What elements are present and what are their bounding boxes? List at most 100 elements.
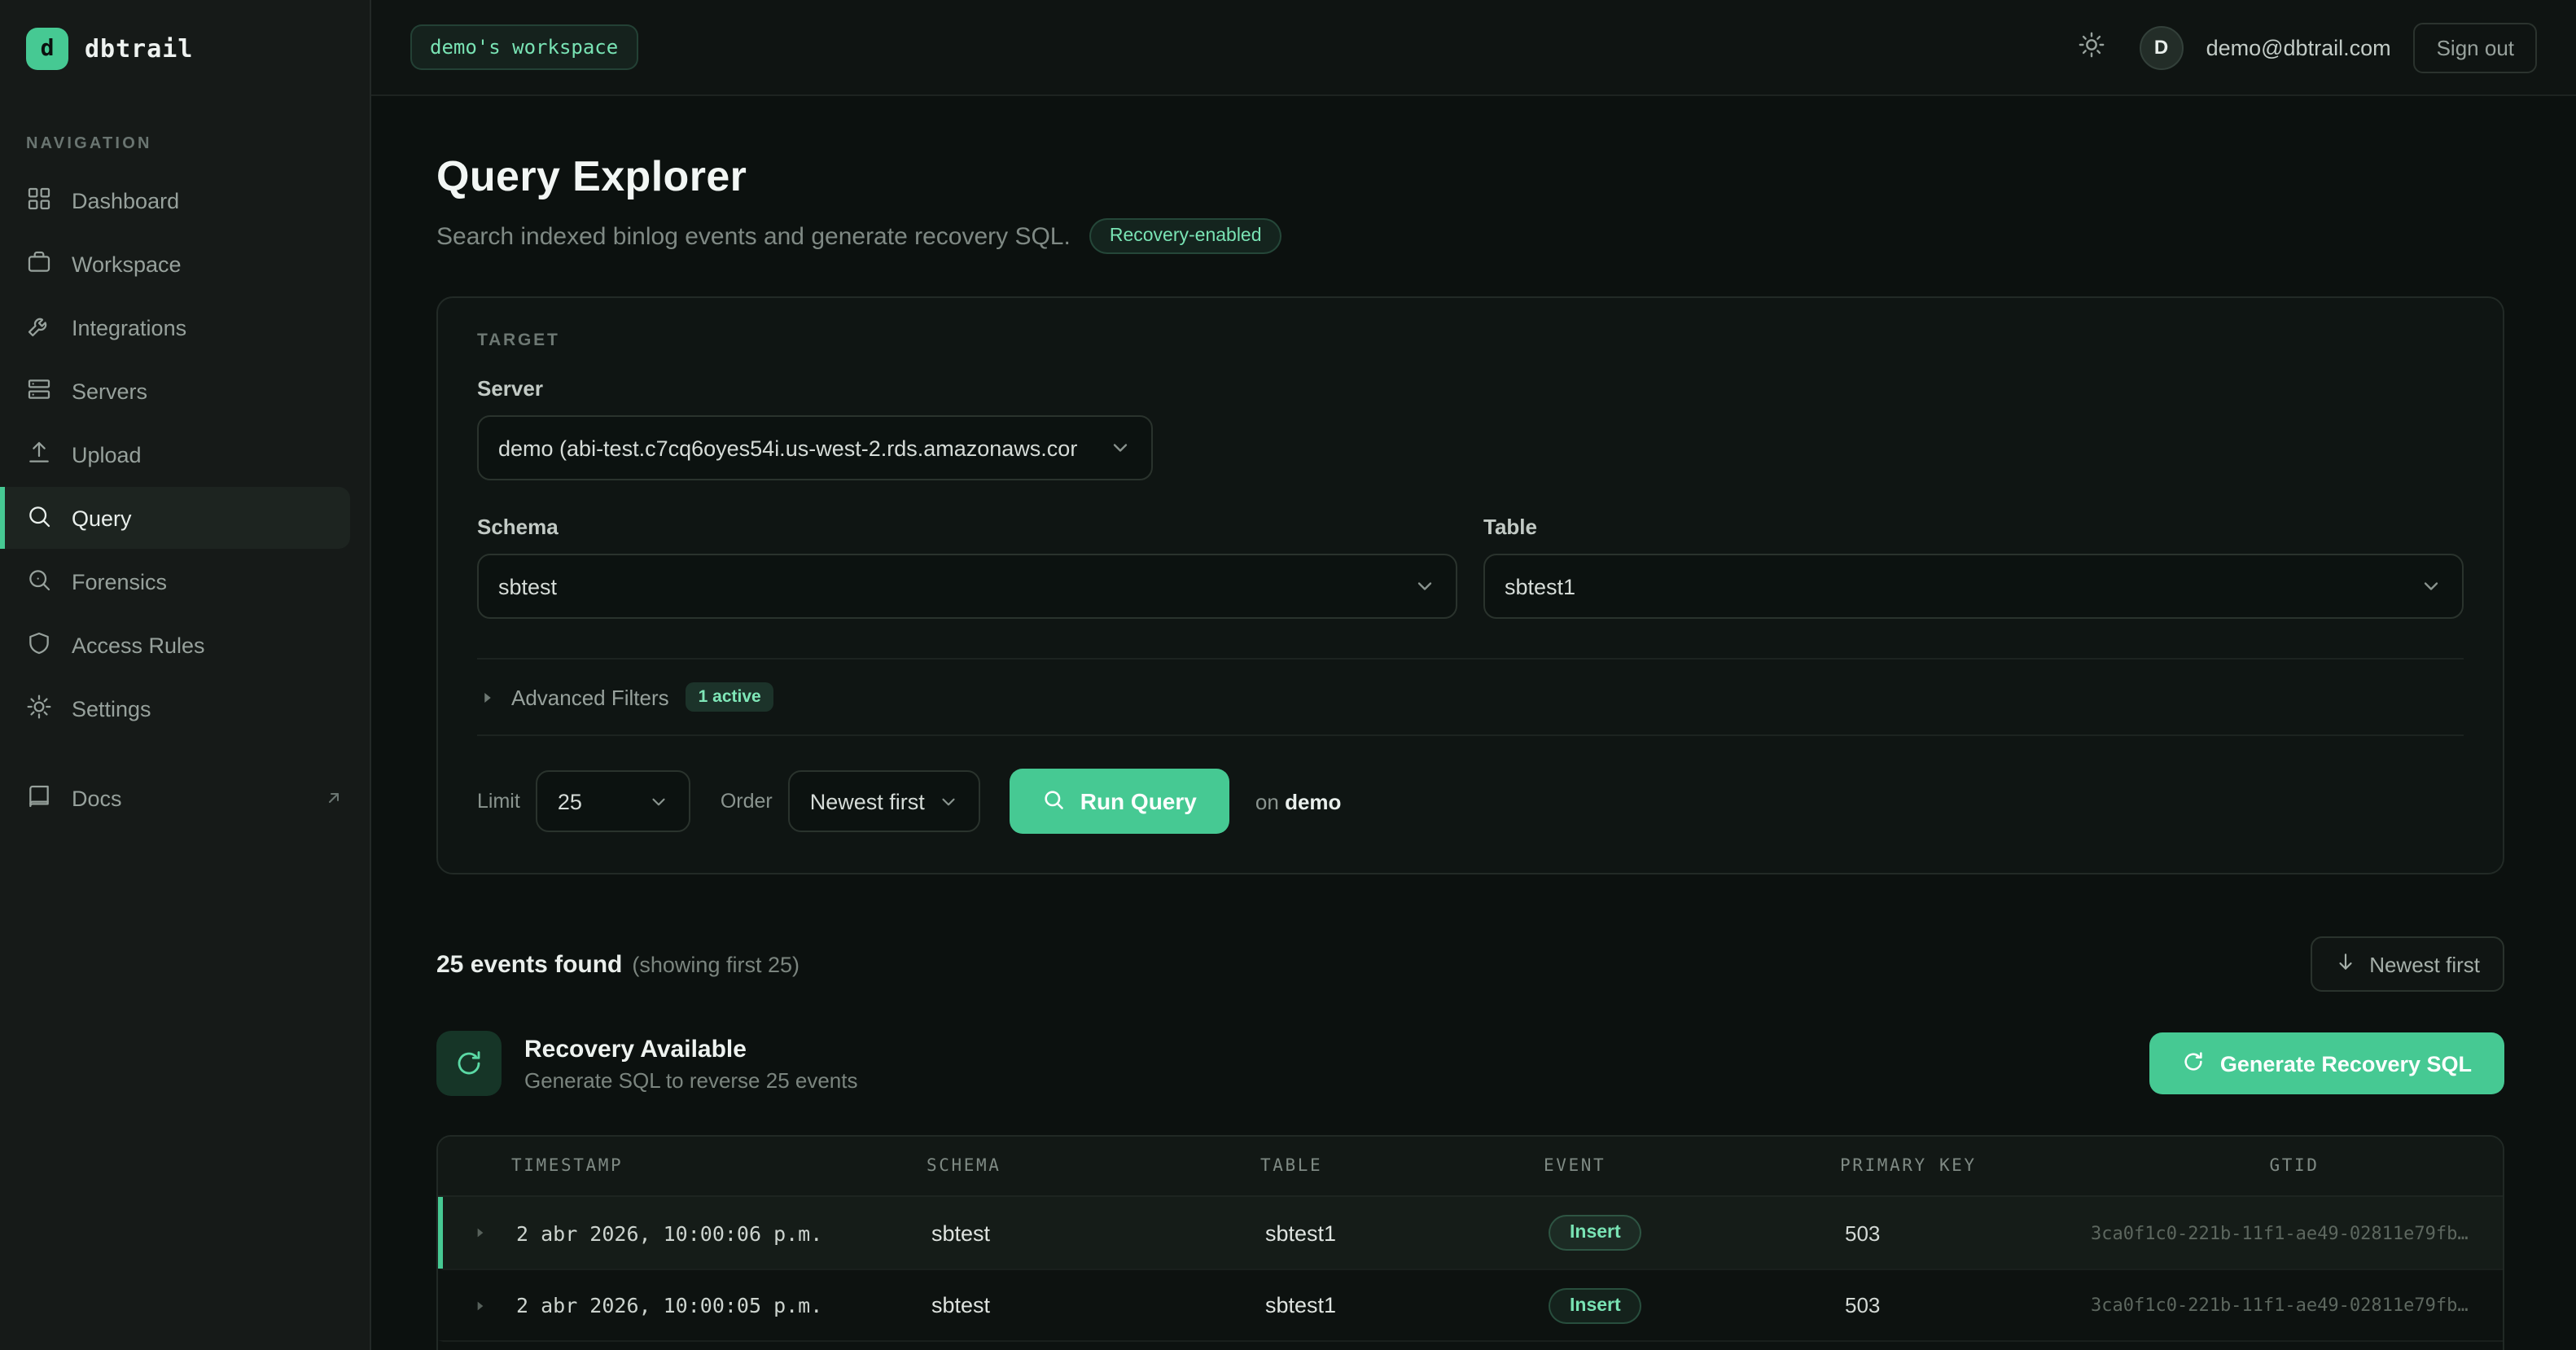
- recovery-text: Recovery Available Generate SQL to rever…: [524, 1035, 858, 1092]
- brand-name: dbtrail: [85, 33, 193, 63]
- chevron-down-icon: [1109, 436, 1132, 459]
- target-section-label: TARGET: [477, 331, 2464, 350]
- external-link-icon: [324, 788, 344, 808]
- advanced-filters-toggle[interactable]: Advanced Filters 1 active: [477, 660, 2464, 734]
- arrow-down-icon: [2335, 951, 2356, 977]
- column-header-primary-key: PRIMARY KEY: [1840, 1156, 2086, 1176]
- run-query-button[interactable]: Run Query: [1010, 769, 1229, 834]
- app: d dbtrail NAVIGATION Dashboard Workspace…: [0, 0, 2576, 1350]
- generate-recovery-sql-label: Generate Recovery SQL: [2220, 1051, 2472, 1076]
- refresh-icon: [2183, 1050, 2206, 1077]
- column-header-event: EVENT: [1544, 1156, 1840, 1176]
- sort-order-button[interactable]: Newest first: [2311, 936, 2504, 992]
- limit-select[interactable]: 25: [537, 770, 691, 832]
- advanced-filters-label: Advanced Filters: [511, 685, 669, 709]
- dashboard-icon: [26, 185, 52, 216]
- sun-icon: [2079, 31, 2106, 64]
- refresh-icon: [436, 1031, 502, 1096]
- recovery-title: Recovery Available: [524, 1035, 858, 1063]
- cell-event: Insert: [1549, 1215, 1845, 1251]
- sidebar-item-upload[interactable]: Upload: [0, 423, 370, 485]
- page-title: Query Explorer: [436, 151, 2504, 202]
- query-controls: Limit 25 Order Newest first Run Query o: [477, 769, 2464, 834]
- theme-toggle-button[interactable]: [2068, 23, 2117, 72]
- sidebar-item-servers[interactable]: Servers: [0, 360, 370, 422]
- sidebar-item-access-rules[interactable]: Access Rules: [0, 614, 370, 676]
- page-subtitle: Search indexed binlog events and generat…: [436, 222, 1071, 250]
- schema-select-value: sbtest: [498, 574, 557, 598]
- sidebar-item-query[interactable]: Query: [0, 487, 350, 549]
- server-label: Server: [477, 376, 2464, 401]
- brand-header: d dbtrail: [0, 0, 370, 96]
- sidebar-item-dashboard[interactable]: Dashboard: [0, 169, 370, 231]
- cell-table: sbtest1: [1265, 1221, 1549, 1245]
- sidebar-item-settings[interactable]: Settings: [0, 677, 370, 739]
- chevron-down-icon: [649, 791, 670, 812]
- cell-table: sbtest1: [1265, 1293, 1549, 1317]
- sidebar-item-label: Dashboard: [72, 188, 179, 213]
- upload-icon: [26, 439, 52, 470]
- page-content: Query Explorer Search indexed binlog eve…: [371, 96, 2576, 1350]
- book-icon: [26, 782, 52, 813]
- table-row[interactable]: 2 abr 2026, 10:00:06 p.m. sbtest sbtest1…: [438, 1197, 2503, 1269]
- table-header: TIMESTAMP SCHEMA TABLE EVENT PRIMARY KEY…: [438, 1137, 2503, 1197]
- server-select[interactable]: demo (abi-test.c7cq6oyes54i.us-west-2.rd…: [477, 415, 1153, 480]
- cell-primary-key: 503: [1845, 1293, 2091, 1317]
- order-label: Order: [721, 790, 773, 813]
- workspace-badge: demo's workspace: [410, 24, 637, 70]
- limit-label: Limit: [477, 790, 520, 813]
- limit-select-value: 25: [558, 789, 582, 813]
- cell-timestamp: 2 abr 2026, 10:00:06 p.m.: [516, 1221, 931, 1245]
- search-icon: [1043, 787, 1066, 815]
- gear-icon: [26, 693, 52, 724]
- page-subtitle-row: Search indexed binlog events and generat…: [436, 218, 2504, 254]
- sidebar-item-label: Workspace: [72, 252, 182, 276]
- sidebar-item-workspace[interactable]: Workspace: [0, 233, 370, 295]
- sidebar-item-label: Settings: [72, 696, 151, 721]
- brand-logo: d: [26, 27, 68, 69]
- topbar-actions: D demo@dbtrail.com Sign out: [2068, 22, 2537, 72]
- table-label: Table: [1483, 515, 2464, 539]
- order-select[interactable]: Newest first: [789, 770, 981, 832]
- sidebar-item-integrations[interactable]: Integrations: [0, 296, 370, 358]
- schema-field: Schema sbtest: [477, 515, 1457, 619]
- topbar: demo's workspace D demo@dbtrail.com Sign…: [371, 0, 2576, 96]
- sidebar-item-label: Query: [72, 506, 132, 530]
- column-header-timestamp: TIMESTAMP: [511, 1156, 927, 1176]
- sign-out-button[interactable]: Sign out: [2414, 22, 2537, 72]
- table-row[interactable]: 2 abr 2026, 10:00:05 p.m. sbtest sbtest1…: [438, 1269, 2503, 1340]
- active-filters-badge: 1 active: [686, 682, 774, 712]
- server-field: Server demo (abi-test.c7cq6oyes54i.us-we…: [477, 376, 2464, 480]
- server-icon: [26, 375, 52, 406]
- cell-gtid: 3ca0f1c0-221b-11f1-ae49-02811e79fbb…: [2091, 1222, 2503, 1243]
- schema-label: Schema: [477, 515, 1457, 539]
- results-count: 25 events found(showing first 25): [436, 950, 800, 978]
- wrench-icon: [26, 312, 52, 343]
- recovery-banner: Recovery Available Generate SQL to rever…: [436, 1031, 2504, 1096]
- sidebar-item-forensics[interactable]: Forensics: [0, 550, 370, 612]
- nav-section-label: NAVIGATION: [26, 135, 344, 153]
- sidebar-item-label: Docs: [72, 786, 122, 810]
- schema-select[interactable]: sbtest: [477, 554, 1457, 619]
- table-row[interactable]: 2 abr 2026, 10:00:05 p.m. sbtest sbtest1…: [438, 1340, 2503, 1350]
- sidebar-item-docs[interactable]: Docs: [0, 767, 370, 829]
- sidebar-item-label: Servers: [72, 379, 147, 403]
- sort-order-label: Newest first: [2369, 952, 2480, 976]
- table-select-value: sbtest1: [1505, 574, 1575, 598]
- recovery-enabled-badge: Recovery-enabled: [1090, 218, 1281, 254]
- chevron-down-icon: [939, 791, 960, 812]
- cell-event: Insert: [1549, 1287, 1845, 1323]
- main-area: demo's workspace D demo@dbtrail.com Sign…: [371, 0, 2576, 1350]
- event-badge: Insert: [1549, 1215, 1642, 1251]
- target-panel: TARGET Server demo (abi-test.c7cq6oyes54…: [436, 296, 2504, 874]
- recovery-info: Recovery Available Generate SQL to rever…: [436, 1031, 858, 1096]
- caret-right-icon: [443, 1226, 516, 1239]
- generate-recovery-sql-button[interactable]: Generate Recovery SQL: [2150, 1032, 2504, 1094]
- run-target-prefix: on: [1255, 789, 1279, 813]
- results-count-note: (showing first 25): [632, 952, 800, 976]
- cell-gtid: 3ca0f1c0-221b-11f1-ae49-02811e79fbb…: [2091, 1295, 2503, 1316]
- schema-table-row: Schema sbtest Table sbtest1: [477, 515, 2464, 619]
- recovery-subtitle: Generate SQL to reverse 25 events: [524, 1067, 858, 1092]
- sidebar-item-label: Access Rules: [72, 633, 205, 657]
- table-select[interactable]: sbtest1: [1483, 554, 2464, 619]
